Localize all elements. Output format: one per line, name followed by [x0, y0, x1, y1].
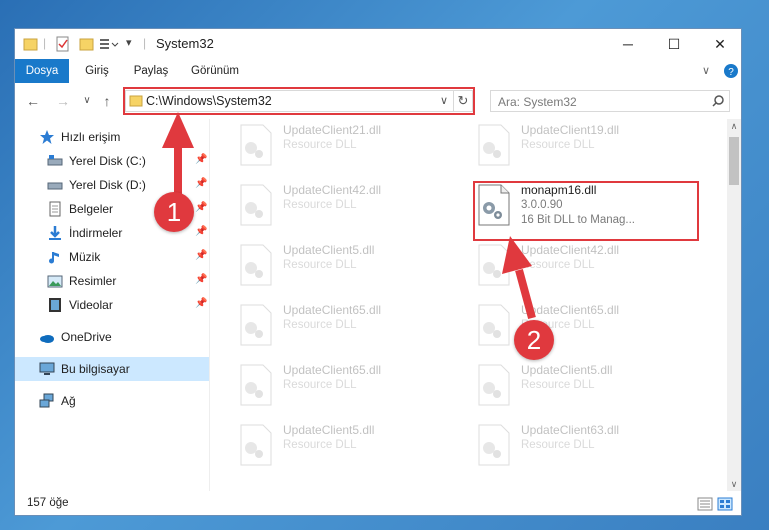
step-badge-1: 1 — [154, 192, 194, 232]
step-badge-2: 2 — [514, 320, 554, 360]
arrow-2 — [502, 236, 536, 320]
annotation-overlay — [162, 112, 536, 320]
